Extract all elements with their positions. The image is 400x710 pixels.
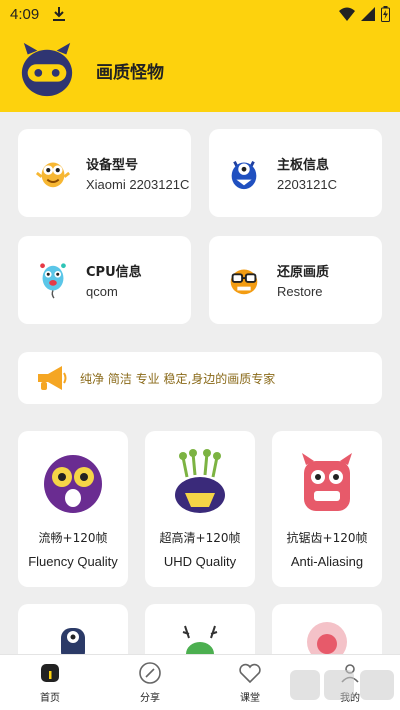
uhd-mode-subtitle: UHD Quality <box>163 554 237 569</box>
slogan-banner: 纯净 简洁 专业 稳定,身边的画质专家 <box>18 352 382 404</box>
download-icon <box>53 7 66 21</box>
app-header: 画质怪物 <box>0 28 400 112</box>
yellow-monster-icon <box>35 162 71 188</box>
board-info-value: 2203121C <box>277 177 337 192</box>
anti-aliasing-mode-card[interactable]: 抗锯齿+120帧 Anti-Aliasing <box>272 431 382 587</box>
fluency-mode-card[interactable]: 流畅+120帧 Fluency Quality <box>18 431 128 587</box>
device-model-card[interactable]: 设备型号 Xiaomi 2203121C <box>18 129 191 217</box>
fluency-mode-title: 流畅+120帧 <box>38 531 108 545</box>
orange-glasses-monster-icon <box>230 269 258 295</box>
status-time: 4:09 <box>10 5 40 23</box>
nav-share[interactable]: 分享 <box>100 655 200 710</box>
battery-icon <box>381 6 390 22</box>
nav-classroom-label: 课堂 <box>240 693 260 704</box>
nav-share-label: 分享 <box>140 693 160 704</box>
uhd-mode-title: 超高清+120帧 <box>159 531 241 545</box>
purple-monster-icon <box>44 455 102 513</box>
megaphone-icon <box>38 366 67 390</box>
compass-icon <box>139 662 161 684</box>
watermark-logo <box>290 670 394 700</box>
wifi-icon <box>339 7 355 21</box>
app-title: 画质怪物 <box>96 62 164 83</box>
uhd-mode-card[interactable]: 超高清+120帧 UHD Quality <box>145 431 255 587</box>
slogan-text: 纯净 简洁 专业 稳定,身边的画质专家 <box>80 371 276 386</box>
cpu-info-label: CPU信息 <box>86 265 142 280</box>
device-model-value: Xiaomi 2203121C <box>86 177 190 192</box>
nav-home[interactable]: 首页 <box>0 655 100 710</box>
anti-aliasing-mode-title: 抗锯齿+120帧 <box>286 531 368 545</box>
restore-quality-card[interactable]: 还原画质 Restore <box>209 236 382 324</box>
restore-quality-value: Restore <box>277 284 323 299</box>
nav-home-label: 首页 <box>40 693 60 704</box>
cpu-info-card[interactable]: CPU信息 qcom <box>18 236 191 324</box>
signal-icon <box>361 7 375 21</box>
balloon-monster-icon <box>40 263 66 299</box>
anti-aliasing-mode-subtitle: Anti-Aliasing <box>290 554 364 569</box>
restore-quality-label: 还原画质 <box>277 265 330 280</box>
tentacle-monster-icon <box>175 449 225 513</box>
board-info-label: 主板信息 <box>277 158 330 173</box>
nav-classroom[interactable]: 课堂 <box>200 655 300 710</box>
pink-monster-icon <box>302 453 352 511</box>
home-icon <box>41 664 59 682</box>
fluency-mode-subtitle: Fluency Quality <box>28 554 118 569</box>
heart-icon <box>239 663 261 684</box>
status-bar: 4:09 <box>0 0 400 28</box>
board-info-card[interactable]: 主板信息 2203121C <box>209 129 382 217</box>
app-logo-icon <box>21 42 73 97</box>
blue-monster-icon <box>231 160 257 190</box>
cpu-info-value: qcom <box>86 284 118 299</box>
device-model-label: 设备型号 <box>86 158 139 173</box>
